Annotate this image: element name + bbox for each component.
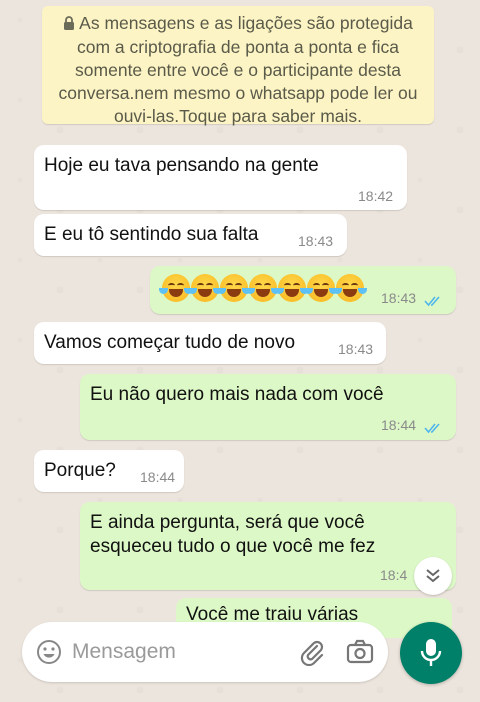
- message-bubble[interactable]: Hoje eu tava pensando na gente 18:42: [34, 145, 407, 210]
- voice-record-button[interactable]: [400, 622, 462, 684]
- message-text: Porque?: [44, 460, 116, 481]
- message-bubble[interactable]: E eu tô sentindo sua falta 18:43: [34, 214, 347, 256]
- tears-of-joy-emoji: [333, 274, 367, 302]
- emoji-icon[interactable]: [36, 639, 62, 665]
- message-input[interactable]: Mensagem: [72, 640, 176, 664]
- message-bubble[interactable]: Vamos começar tudo de novo 18:43: [34, 322, 386, 364]
- message-composer[interactable]: Mensagem: [22, 622, 388, 682]
- chevron-double-down-icon: [426, 569, 440, 583]
- encryption-notice[interactable]: As mensagens e as ligações são protegida…: [42, 6, 434, 126]
- message-text-line-1: E ainda pergunta, será que você: [90, 512, 365, 533]
- message-time: 18:43: [298, 233, 334, 249]
- message-time: 18:44: [140, 469, 176, 485]
- message-text: Vamos começar tudo de novo: [44, 332, 296, 353]
- tears-of-joy-emoji: [246, 274, 280, 302]
- message-time: 18:4: [380, 567, 408, 583]
- paperclip-icon[interactable]: [298, 638, 326, 666]
- message-time: 18:43: [338, 341, 374, 357]
- mic-icon: [420, 639, 442, 666]
- message-bubble[interactable]: E ainda pergunta, será que você esqueceu…: [80, 502, 456, 590]
- scroll-to-bottom-button[interactable]: [414, 557, 452, 595]
- tears-of-joy-emoji: [275, 274, 309, 302]
- message-text: E eu tô sentindo sua falta: [44, 224, 259, 245]
- encryption-notice-text: As mensagens e as ligações são protegida…: [58, 13, 418, 126]
- chat-area[interactable]: As mensagens e as ligações são protegida…: [0, 0, 480, 702]
- message-text: Eu não quero mais nada com você: [90, 384, 384, 405]
- message-bubble[interactable]: Eu não quero mais nada com você 18:44: [80, 374, 456, 440]
- double-check-icon: [424, 291, 442, 313]
- tears-of-joy-emoji: [159, 274, 193, 302]
- lock-icon: [63, 13, 75, 36]
- camera-icon[interactable]: [346, 639, 374, 665]
- tears-of-joy-emoji: [217, 274, 251, 302]
- message-time: 18:42: [358, 188, 394, 204]
- emoji-row: [159, 274, 367, 302]
- message-time: 18:43: [381, 290, 417, 306]
- message-bubble[interactable]: Porque? 18:44: [34, 450, 184, 492]
- message-time: 18:44: [381, 417, 417, 433]
- tears-of-joy-emoji: [304, 274, 338, 302]
- message-bubble[interactable]: 18:43: [150, 266, 456, 314]
- message-text-line-2: esqueceu tudo o que você me fez: [90, 536, 376, 557]
- message-text: Hoje eu tava pensando na gente: [44, 155, 319, 176]
- double-check-icon: [424, 418, 442, 440]
- tears-of-joy-emoji: [188, 274, 222, 302]
